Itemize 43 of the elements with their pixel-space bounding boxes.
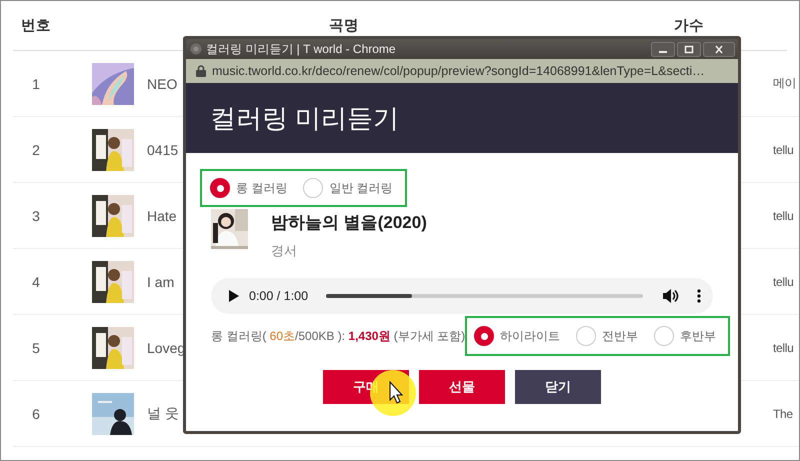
url-text: music.tworld.co.kr/deco/renew/col/popup/preview?songId=14068991&lenType=L&secti…	[212, 64, 705, 78]
radio-option[interactable]: 후반부	[654, 326, 716, 346]
song-title[interactable]: I am	[147, 274, 174, 290]
artist-name[interactable]: tellu	[773, 340, 794, 354]
progress-bar[interactable]	[326, 294, 643, 298]
radio-option[interactable]: 일반 컬러링	[303, 178, 393, 198]
row-number: 6	[31, 406, 41, 422]
row-number: 5	[31, 340, 41, 356]
radio-option[interactable]: 롱 컬러링	[210, 178, 288, 198]
row-number: 3	[31, 208, 41, 224]
volume-icon[interactable]	[663, 289, 679, 303]
artist-name[interactable]: The	[773, 406, 793, 420]
row-number: 2	[31, 142, 41, 158]
action-button[interactable]: 선물	[419, 370, 505, 404]
column-header: 곡명	[328, 17, 360, 35]
time-display: 0:00 / 1:00	[249, 289, 308, 303]
song-title: 밤하늘의 별을(2020)	[271, 212, 427, 234]
radio-option[interactable]: 하이라이트	[474, 326, 560, 346]
artist-name: 경서	[271, 242, 297, 260]
song-title[interactable]: Hate	[147, 208, 177, 224]
play-icon[interactable]	[229, 290, 239, 302]
song-title[interactable]: 널 웃	[147, 404, 179, 420]
artist-name[interactable]: 메이	[773, 75, 796, 92]
row-number: 4	[31, 274, 41, 290]
artist-name[interactable]: tellu	[773, 142, 794, 156]
window-title: 컬러링 미리듣기 | T world - Chrome	[206, 40, 397, 58]
maximize-icon[interactable]	[677, 42, 701, 56]
close-icon[interactable]	[703, 42, 735, 56]
song-title[interactable]: 0415	[147, 142, 178, 158]
column-header: 번호	[20, 17, 52, 35]
song-title[interactable]: NEO	[147, 76, 178, 92]
artist-name[interactable]: tellu	[773, 274, 794, 288]
column-header: 가수	[673, 17, 705, 35]
browser-icon	[190, 43, 202, 55]
action-button[interactable]: 닫기	[515, 370, 601, 404]
lock-icon	[196, 65, 206, 77]
minimize-icon[interactable]	[651, 42, 675, 56]
more-icon[interactable]	[697, 289, 701, 303]
artist-name[interactable]: tellu	[773, 208, 794, 222]
price-text: 롱 컬러링( 60초/500KB ): 1,430원 (부가세 포함)	[211, 328, 466, 344]
popup-heading: 컬러링 미리듣기	[210, 102, 400, 134]
row-number: 1	[31, 76, 41, 92]
radio-option[interactable]: 전반부	[576, 326, 638, 346]
